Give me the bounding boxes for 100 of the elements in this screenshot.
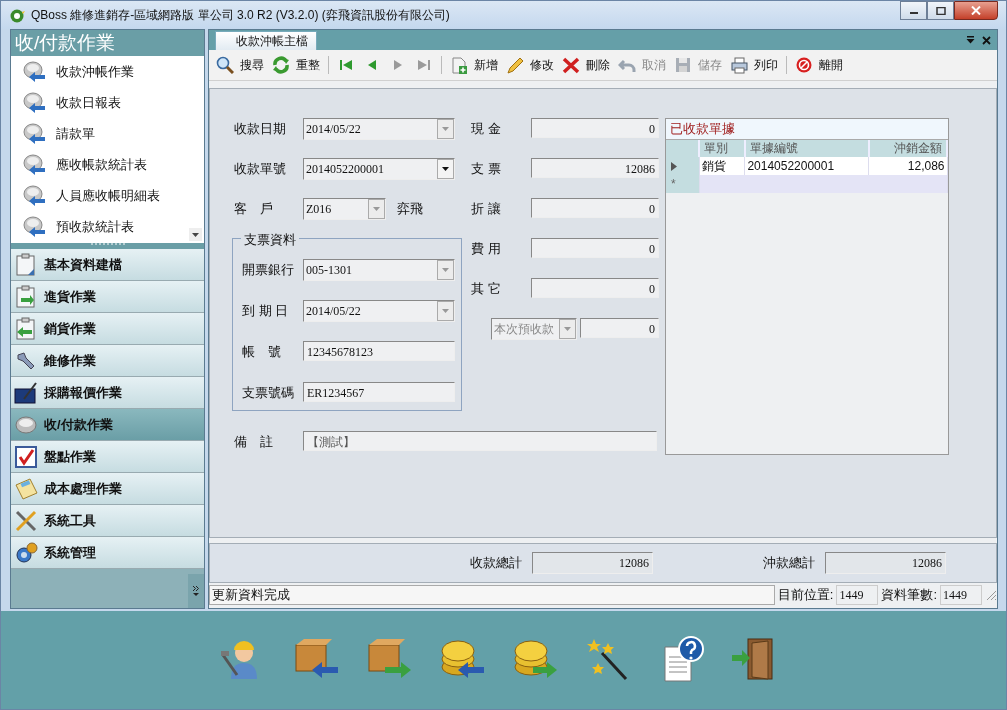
caret-down-icon (373, 207, 380, 211)
sidebar-section[interactable]: 系統工具 (11, 505, 204, 537)
total-label: 收款總計 (470, 554, 522, 572)
delete-button[interactable]: 刪除 (559, 54, 613, 76)
status-value: 1449 (940, 585, 982, 605)
table-cell: 銷貨 (699, 157, 745, 175)
exit-button[interactable]: 離開 (792, 54, 846, 76)
group-title: 支票資料 (241, 231, 299, 249)
disc-arrow-icon (23, 214, 47, 239)
maximize-icon (935, 6, 946, 15)
close-button[interactable] (954, 1, 998, 20)
edit-button[interactable]: 修改 (503, 54, 557, 76)
disc-arrow-icon (23, 183, 47, 208)
refresh-button[interactable]: 重整 (269, 54, 323, 76)
status-value: 1449 (836, 585, 879, 605)
amount-field[interactable]: 0 (531, 118, 659, 138)
field-label: 折 讓 (471, 200, 502, 218)
field-label: 現 金 (471, 120, 502, 138)
sidebar-section[interactable]: 維修作業 (11, 345, 204, 377)
caret-down-icon (442, 167, 449, 171)
print-button[interactable]: 列印 (727, 54, 781, 76)
splitter-handle[interactable] (11, 243, 204, 249)
section-icon (14, 476, 38, 501)
combo-box[interactable]: 2014052200001 (303, 158, 455, 180)
total-label: 沖款總計 (763, 554, 815, 572)
section-icon (14, 284, 38, 309)
sidebar-section[interactable]: 進貨作業 (11, 281, 204, 313)
sidebar-section[interactable]: 成本處理作業 (11, 473, 204, 505)
caret-down-icon (442, 309, 449, 313)
sidebar-section[interactable]: 銷貨作業 (11, 313, 204, 345)
resize-grip-icon (985, 589, 997, 601)
close-icon (982, 35, 991, 45)
column-header[interactable]: 沖銷金額 (868, 140, 947, 157)
status-label: 資料筆數: (881, 586, 937, 604)
column-header[interactable]: 單據編號 (744, 140, 869, 157)
app-logo-icon (9, 7, 25, 23)
customer-name: 弈飛 (397, 200, 423, 218)
field-label: 其 它 (471, 280, 502, 298)
new-row-marker: * (666, 175, 699, 193)
disc-arrow-icon (23, 121, 47, 146)
sidebar-section[interactable]: 基本資料建檔 (11, 249, 204, 281)
amount-field[interactable]: 0 (531, 198, 659, 218)
amount-field[interactable]: 0 (580, 318, 659, 338)
field-label: 費 用 (471, 240, 502, 258)
column-header[interactable]: 單別 (699, 140, 745, 157)
section-icon (14, 252, 38, 277)
field-label: 收款日期 (234, 120, 287, 138)
text-field[interactable]: ER1234567 (303, 382, 455, 402)
minimize-button[interactable] (900, 1, 927, 20)
add-document-icon (450, 56, 468, 74)
amount-field[interactable]: 0 (531, 278, 659, 298)
sidebar-item[interactable]: 應收帳款統計表 (11, 149, 204, 180)
chevron-icon (192, 585, 200, 597)
section-icon (14, 444, 38, 469)
sidebar-section[interactable]: 收/付款作業 (11, 409, 204, 441)
disc-arrow-icon (23, 90, 47, 115)
scroll-down-button[interactable] (189, 228, 202, 241)
search-button[interactable]: 搜尋 (213, 54, 267, 76)
more-sections-button[interactable] (188, 574, 204, 608)
total-field: 12086 (825, 552, 946, 574)
sidebar-item[interactable]: 收款沖帳作業 (11, 56, 204, 87)
refresh-icon (272, 56, 290, 74)
status-message: 更新資料完成 (209, 585, 775, 605)
section-icon (14, 316, 38, 341)
sidebar-item[interactable]: 收款日報表 (11, 87, 204, 118)
dropdown-icon (966, 35, 975, 44)
text-field[interactable]: 12345678123 (303, 341, 455, 361)
field-label: 客 戶 (234, 200, 274, 218)
pencil-icon (506, 56, 524, 74)
section-icon (14, 540, 38, 565)
tab[interactable]: 收款沖帳主檔 (215, 31, 317, 50)
sidebar-item[interactable]: 請款單 (11, 118, 204, 149)
sidebar-section[interactable]: 盤點作業 (11, 441, 204, 473)
new-button[interactable]: 新增 (447, 54, 501, 76)
search-icon (216, 56, 234, 74)
sidebar-item[interactable]: 預收款統計表 (11, 211, 204, 242)
field-label: 支 票 (471, 160, 502, 178)
stop-sign-icon (795, 56, 813, 74)
sidebar-section[interactable]: 採購報價作業 (11, 377, 204, 409)
caret-down-icon (442, 268, 449, 272)
sidebar-header: 收/付款作業 (11, 30, 204, 56)
disc-arrow-icon (23, 59, 47, 84)
field-label: 開票銀行 (242, 261, 295, 279)
window-title: QBoss 維修進銷存-區域網路版 單公司 3.0 R2 (V3.2.0) (弈飛資訊股份有限公司) (31, 6, 450, 24)
close-icon (971, 6, 981, 15)
disc-arrow-icon (23, 152, 47, 177)
status-label: 目前位置: (777, 586, 834, 604)
maximize-button[interactable] (927, 1, 954, 20)
amount-field[interactable]: 0 (531, 238, 659, 258)
row-header (666, 140, 699, 157)
total-field: 12086 (532, 552, 653, 574)
section-icon (14, 508, 38, 533)
caret-down-icon (442, 127, 449, 131)
amount-field[interactable]: 12086 (531, 158, 659, 178)
remark-field[interactable]: 【測試】 (303, 431, 657, 451)
sidebar-item[interactable]: 人員應收帳明細表 (11, 180, 204, 211)
sidebar-section[interactable]: 系統管理 (11, 537, 204, 569)
field-label: 收款單號 (234, 160, 287, 178)
field-label: 帳 號 (242, 343, 282, 361)
grid-title: 已收款單據 (666, 119, 948, 140)
